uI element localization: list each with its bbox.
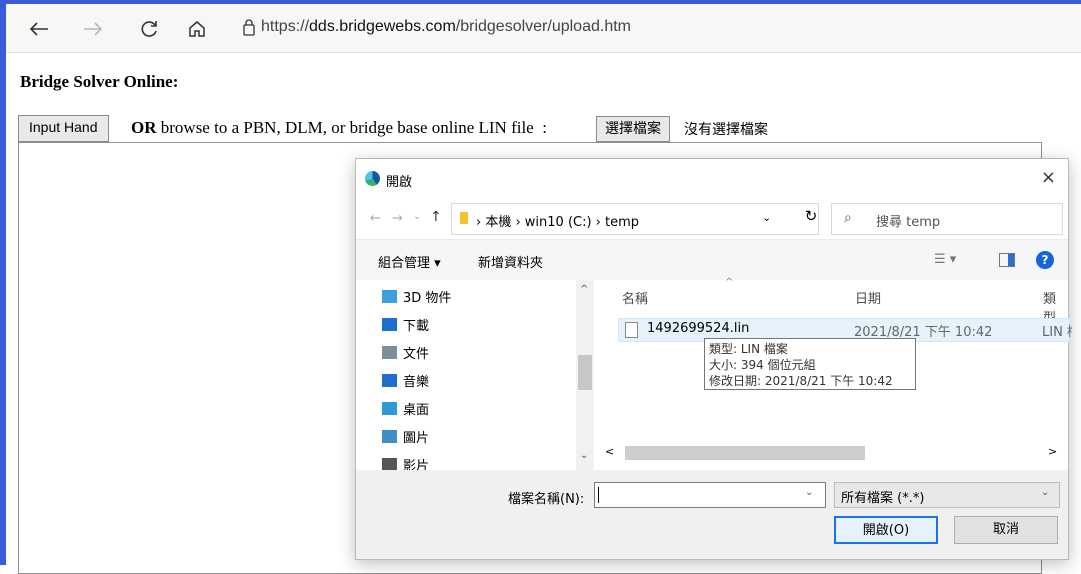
nav-item-label: 桌面 xyxy=(403,402,430,418)
dialog-breadcrumb: › 本機 › win10 (C:) › temp xyxy=(476,215,640,230)
or-label: OR xyxy=(131,118,157,137)
refresh-icon xyxy=(141,21,157,37)
column-name[interactable]: 名稱 xyxy=(622,288,648,307)
nav-scrollbar[interactable]: ^ ⌄ xyxy=(576,280,594,470)
tooltip-modified: 修改日期: 2021/8/21 下午 10:42 xyxy=(709,374,893,388)
view-options-icon[interactable]: ☰ ▾ xyxy=(934,252,956,267)
chevron-down-icon[interactable]: ⌄ xyxy=(762,211,771,224)
forward-arrow-icon xyxy=(84,22,103,36)
refresh-button[interactable] xyxy=(136,16,162,42)
choose-file-button[interactable]: 選擇檔案 xyxy=(596,116,670,142)
browse-instructions: OR browse to a PBN, DLM, or bridge base … xyxy=(131,118,547,138)
open-file-dialog: 開啟 × ← → ⌄ ↑ › 本機 › win10 (C:) › temp ⌄ … xyxy=(355,158,1072,560)
nav-item-label: 圖片 xyxy=(403,430,430,446)
page-title: Bridge Solver Online: xyxy=(20,72,179,91)
url-host: dds.bridgewebs.com xyxy=(309,18,456,35)
nav-item[interactable]: 下載 xyxy=(382,312,429,336)
dialog-address-row: ← → ⌄ ↑ › 本機 › win10 (C:) › temp ⌄ ↻ ⌕ 搜… xyxy=(356,201,1068,235)
nav-item[interactable]: 圖片 xyxy=(382,424,429,448)
dialog-search-input[interactable]: ⌕ 搜尋 temp xyxy=(831,203,1063,235)
nav-item[interactable]: 3D 物件 xyxy=(382,284,451,308)
filename-label: 檔案名稱(N): xyxy=(508,492,585,507)
scroll-up-icon[interactable]: ^ xyxy=(580,284,588,295)
recent-locations-icon[interactable]: ⌄ xyxy=(413,211,421,222)
desktop-icon xyxy=(382,401,397,415)
file-type-value: 所有檔案 (*.*) xyxy=(841,491,925,506)
browser-toolbar: https://dds.bridgewebs.com/bridgesolver/… xyxy=(6,4,1081,53)
download-icon xyxy=(382,317,397,331)
home-button[interactable] xyxy=(184,16,210,42)
column-date[interactable]: 日期 xyxy=(855,288,881,307)
back-arrow-icon xyxy=(29,22,48,36)
documents-icon xyxy=(382,345,397,359)
file-name: 1492699524.lin xyxy=(647,321,750,336)
file-tooltip: 類型: LIN 檔案 大小: 394 個位元組 修改日期: 2021/8/21 … xyxy=(704,338,916,390)
dialog-command-bar: 組合管理 ▾ 新增資料夾 ☰ ▾ ? xyxy=(356,239,1068,280)
scroll-left-icon[interactable]: < xyxy=(605,445,614,458)
home-icon xyxy=(189,21,205,37)
search-placeholder: 搜尋 temp xyxy=(876,215,941,230)
nav-scroll-thumb[interactable] xyxy=(578,355,592,390)
navigation-pane: 3D 物件 下載 文件 音樂 桌面 圖片 影片 xyxy=(356,280,596,474)
search-icon: ⌕ xyxy=(844,210,852,226)
dialog-footer: 檔案名稱(N): ⌄ 所有檔案 (*.*) ⌄ 開啟(O) 取消 xyxy=(356,470,1068,559)
dialog-address-box[interactable]: › 本機 › win10 (C:) › temp ⌄ xyxy=(451,203,819,235)
file-type-select[interactable]: 所有檔案 (*.*) ⌄ xyxy=(834,482,1060,508)
nav-item-label: 3D 物件 xyxy=(403,290,452,306)
nav-item[interactable]: 桌面 xyxy=(382,396,429,420)
edge-icon xyxy=(365,171,380,186)
3d-objects-icon xyxy=(382,289,397,303)
filename-input[interactable]: ⌄ xyxy=(594,482,826,508)
dialog-title: 開啟 xyxy=(386,175,413,190)
new-folder-button[interactable]: 新增資料夾 xyxy=(478,252,543,271)
lock-icon[interactable] xyxy=(242,18,256,41)
cancel-button[interactable]: 取消 xyxy=(954,516,1058,544)
chevron-down-icon[interactable]: ⌄ xyxy=(805,487,813,498)
text-cursor xyxy=(598,487,599,503)
pictures-icon xyxy=(382,429,397,443)
file-type: LIN 檔案 xyxy=(1042,325,1072,340)
dialog-forward-icon[interactable]: → xyxy=(392,211,403,226)
dialog-refresh-icon[interactable]: ↻ xyxy=(796,207,826,231)
file-icon xyxy=(625,322,638,338)
music-icon xyxy=(382,373,397,387)
dialog-back-icon[interactable]: ← xyxy=(370,211,381,226)
nav-item[interactable]: 文件 xyxy=(382,340,429,364)
horizontal-scroll-thumb[interactable] xyxy=(625,446,865,460)
open-button[interactable]: 開啟(O) xyxy=(834,516,938,544)
tooltip-type: 類型: LIN 檔案 xyxy=(709,342,788,356)
preview-pane-icon[interactable] xyxy=(999,253,1015,267)
forward-button[interactable] xyxy=(80,16,106,42)
scroll-down-icon[interactable]: ⌄ xyxy=(580,450,588,461)
input-hand-button[interactable]: Input Hand xyxy=(18,115,109,142)
back-button[interactable] xyxy=(26,16,52,42)
help-icon[interactable]: ? xyxy=(1036,251,1054,269)
sort-caret-icon: ^ xyxy=(725,277,734,288)
url-prefix: https:// xyxy=(261,18,310,35)
file-list: ^ 名稱 日期 類型 1492699524.lin 2021/8/21 下午 1… xyxy=(598,277,1072,470)
address-bar[interactable]: https://dds.bridgewebs.com/bridgesolver/… xyxy=(261,18,631,36)
organize-button[interactable]: 組合管理 ▾ xyxy=(378,252,441,271)
scroll-right-icon[interactable]: > xyxy=(1048,445,1057,458)
browse-text: browse to a PBN, DLM, or bridge base onl… xyxy=(156,118,547,137)
up-folder-icon[interactable]: ↑ xyxy=(430,209,442,225)
nav-item[interactable]: 音樂 xyxy=(382,368,429,392)
close-icon[interactable]: × xyxy=(1041,167,1056,188)
folder-icon xyxy=(460,212,468,224)
no-file-text: 沒有選擇檔案 xyxy=(684,121,768,137)
tooltip-size: 大小: 394 個位元組 xyxy=(709,358,816,372)
chevron-down-icon: ⌄ xyxy=(1041,487,1050,498)
nav-item-label: 下載 xyxy=(403,318,430,334)
browser-left-border xyxy=(0,0,6,565)
nav-item-label: 文件 xyxy=(403,346,430,362)
url-path: /bridgesolver/upload.htm xyxy=(455,18,631,35)
nav-item-label: 音樂 xyxy=(403,374,430,390)
videos-icon xyxy=(382,457,397,471)
horizontal-scrollbar[interactable]: < > xyxy=(598,444,1068,462)
